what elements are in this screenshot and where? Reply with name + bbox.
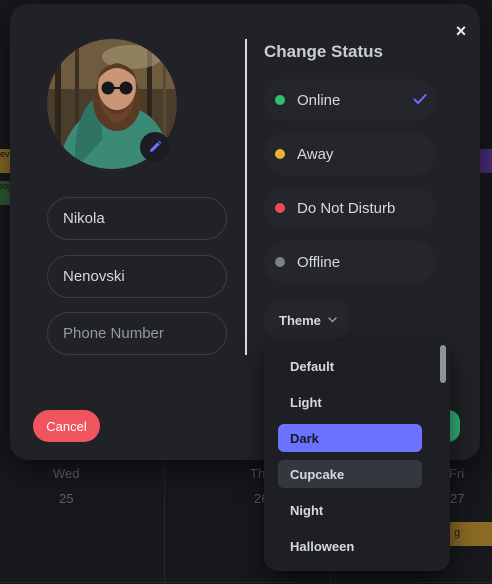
calendar-day-label: Wed	[53, 466, 80, 481]
last-name-input[interactable]	[47, 255, 227, 298]
theme-dropdown-menu: Default Light Dark Cupcake Night Hallowe…	[264, 341, 450, 571]
calendar-date: 27	[450, 491, 465, 506]
do-not-disturb-dot-icon	[275, 203, 285, 213]
theme-option-halloween[interactable]: Halloween	[278, 532, 422, 560]
theme-dropdown-button[interactable]: Theme	[264, 299, 350, 341]
cancel-button[interactable]: Cancel	[33, 410, 100, 442]
status-option-label: Online	[297, 91, 341, 109]
status-option-away[interactable]: Away	[264, 133, 436, 175]
offline-dot-icon	[275, 257, 285, 267]
vertical-divider	[245, 39, 247, 355]
away-dot-icon	[275, 149, 285, 159]
first-name-input[interactable]	[47, 197, 227, 240]
calendar-event: g	[450, 522, 492, 546]
theme-option-night[interactable]: Night	[278, 496, 422, 524]
status-option-label: Away	[297, 145, 334, 163]
calendar-event	[480, 149, 492, 173]
theme-option-dark[interactable]: Dark	[278, 424, 422, 452]
edit-avatar-button[interactable]	[140, 132, 170, 162]
calendar-day-label: Th	[250, 466, 266, 481]
calendar-grid-line	[0, 582, 492, 583]
status-option-do-not-disturb[interactable]: Do Not Disturb	[264, 187, 436, 229]
calendar-day-label: Fri	[449, 466, 465, 481]
chevron-down-icon	[328, 317, 337, 323]
theme-option-light[interactable]: Light	[278, 388, 422, 416]
checkmark-icon	[413, 94, 427, 104]
status-option-online[interactable]: Online	[264, 79, 436, 121]
close-button[interactable]: ×	[449, 19, 473, 43]
status-section-title: Change Status	[264, 42, 384, 61]
theme-option-default[interactable]: Default	[278, 352, 422, 380]
pencil-icon	[150, 140, 162, 152]
theme-button-label: Theme	[279, 312, 321, 328]
online-dot-icon	[275, 95, 285, 105]
theme-option-cupcake[interactable]: Cupcake	[278, 460, 422, 488]
phone-number-input[interactable]	[47, 312, 227, 355]
status-option-offline[interactable]: Offline	[264, 241, 436, 283]
status-option-label: Offline	[297, 253, 341, 271]
dropdown-scrollbar[interactable]	[440, 345, 446, 383]
calendar-grid-line	[164, 456, 165, 584]
calendar-date: 25	[59, 491, 74, 506]
status-option-label: Do Not Disturb	[297, 199, 396, 217]
close-icon: ×	[455, 20, 467, 41]
